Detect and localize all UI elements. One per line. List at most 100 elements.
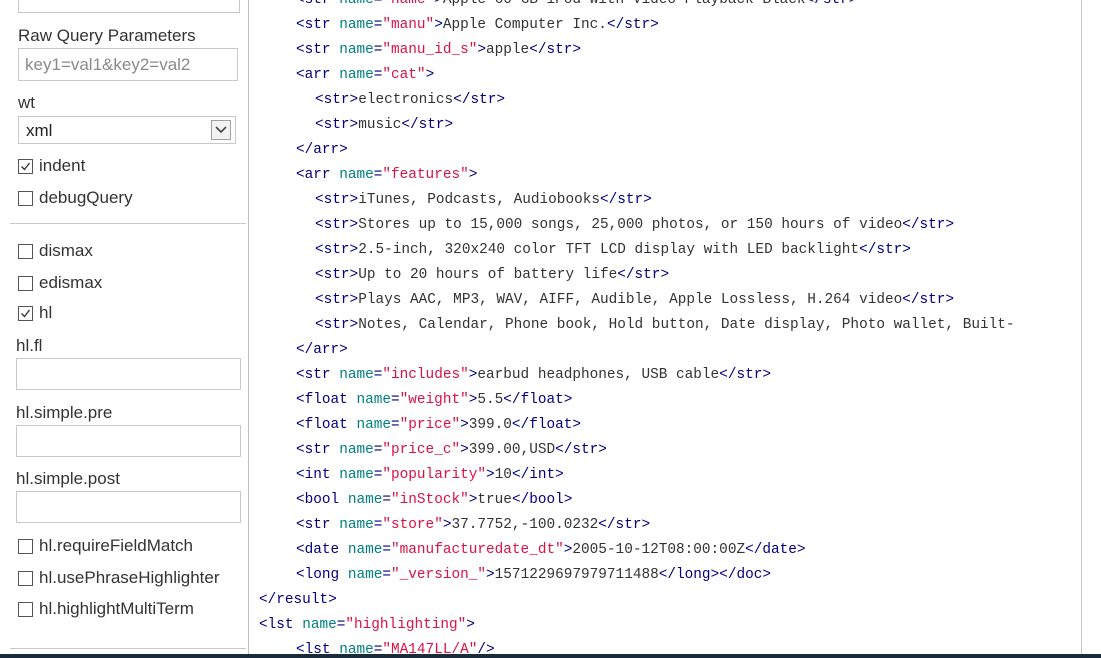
xml-token-val: "store"	[382, 517, 443, 533]
xml-token-tag: >	[486, 567, 495, 583]
xml-token-val: "manu_id_s"	[382, 42, 478, 58]
xml-token-val: "inStock"	[391, 492, 469, 508]
xml-token-val: "weight"	[399, 392, 469, 408]
xml-token-txt: 399.00,USD	[468, 442, 556, 458]
xml-token-tag: </str>	[902, 292, 955, 308]
xml-token-tag: <date	[296, 542, 348, 558]
xml-token-tag: =	[391, 392, 400, 408]
xml-token-attr: name	[339, 517, 374, 533]
xml-token-attr: name	[347, 542, 383, 558]
xml-token-val: "name"	[382, 0, 435, 8]
xml-token-val: "features"	[382, 167, 469, 183]
xml-token-txt: true	[477, 492, 512, 508]
xml-token-val: "manu"	[382, 17, 435, 33]
xml-token-tag: =	[391, 417, 400, 433]
xml-line: <lst name="MA147LL/A"/>	[296, 638, 495, 654]
hl-highlight-multi-term-checkbox[interactable]	[18, 601, 33, 617]
indent-label: indent	[39, 156, 86, 175]
debug-query-option[interactable]: debugQuery	[18, 187, 133, 209]
hl-fl-label: hl.fl	[16, 336, 43, 355]
xml-token-attr: name	[339, 0, 374, 8]
xml-token-tag: </arr>	[296, 142, 348, 158]
edismax-checkbox[interactable]	[18, 275, 33, 291]
xml-token-tag: />	[477, 642, 495, 654]
xml-token-tag: </float>	[503, 392, 573, 408]
hl-checkbox[interactable]	[18, 305, 33, 321]
hl-highlight-multi-term-option[interactable]: hl.highlightMultiTerm	[18, 598, 194, 620]
xml-token-tag: </str>	[606, 17, 659, 33]
xml-token-tag: >	[434, 0, 443, 8]
xml-token-txt: earbud headphones, USB cable	[477, 367, 720, 383]
wt-select[interactable]: xml	[18, 116, 236, 144]
xml-line: <arr name="cat">	[296, 63, 434, 88]
xml-token-txt: Plays AAC, MP3, WAV, AIFF, Audible, Appl…	[358, 292, 903, 308]
xml-line: <str name="price_c">399.00,USD</str>	[296, 438, 607, 463]
hl-use-phrase-highlighter-option[interactable]: hl.usePhraseHighlighter	[18, 567, 220, 589]
xml-token-val: "popularity"	[382, 467, 487, 483]
previous-field-input[interactable]	[18, 0, 240, 13]
xml-token-tag: <float	[296, 417, 357, 433]
xml-token-txt: electronics	[358, 92, 454, 108]
xml-token-val: "price"	[399, 417, 461, 433]
xml-token-tag: >	[468, 167, 478, 183]
xml-token-tag: </str>	[617, 267, 670, 283]
xml-line: <int name="popularity">10</int>	[296, 463, 564, 488]
edismax-option[interactable]: edismax	[18, 272, 102, 294]
xml-token-tag: <str>	[315, 92, 359, 108]
hl-use-phrase-highlighter-label: hl.usePhraseHighlighter	[39, 568, 220, 587]
debug-query-checkbox[interactable]	[18, 190, 33, 206]
query-sidebar: Raw Query Parameters wt xml indent debug…	[0, 0, 248, 658]
xml-line: <str>iTunes, Podcasts, Audiobooks</str>	[315, 188, 652, 213]
bottom-bar	[0, 654, 1101, 658]
xml-token-tag: <str	[296, 17, 340, 33]
xml-line: <float name="weight">5.5</float>	[296, 388, 572, 413]
hl-fl-input[interactable]	[16, 358, 241, 390]
xml-token-attr: name	[339, 442, 374, 458]
xml-token-tag: </str>	[859, 242, 911, 258]
sidebar-divider	[10, 223, 246, 224]
xml-token-attr: name	[356, 417, 391, 433]
xml-token-tag: <long	[296, 567, 348, 583]
xml-token-txt: apple	[486, 42, 530, 58]
indent-checkbox[interactable]	[18, 158, 33, 174]
hl-require-field-match-label: hl.requireFieldMatch	[39, 536, 194, 555]
xml-token-attr: name	[356, 392, 391, 408]
hl-use-phrase-highlighter-checkbox[interactable]	[18, 570, 33, 586]
xml-line: <str name="manu_id_s">apple</str>	[296, 38, 581, 63]
hl-simple-post-input[interactable]	[16, 491, 241, 523]
edismax-label: edismax	[39, 273, 103, 292]
hl-option[interactable]: hl	[18, 302, 52, 324]
xml-line: <arr name="features">	[296, 163, 477, 188]
dismax-option[interactable]: dismax	[18, 240, 93, 262]
hl-require-field-match-checkbox[interactable]	[18, 538, 33, 554]
xml-line: <str>Notes, Calendar, Phone book, Hold b…	[315, 313, 1015, 338]
hl-highlight-multi-term-label: hl.highlightMultiTerm	[39, 599, 194, 618]
indent-option[interactable]: indent	[18, 155, 85, 177]
xml-token-tag: >	[460, 442, 469, 458]
xml-token-txt: Up to 20 hours of battery life	[358, 267, 618, 283]
xml-token-val: "includes"	[382, 367, 469, 383]
xml-token-attr: name	[339, 642, 374, 654]
hl-simple-pre-input[interactable]	[16, 425, 241, 457]
xml-token-txt: 2005-10-12T08:00:00Z	[572, 542, 746, 558]
raw-query-input[interactable]	[18, 48, 238, 81]
xml-token-tag: <str>	[315, 292, 359, 308]
xml-token-val: "MA147LL/A"	[382, 642, 478, 654]
wt-selected-value: xml	[26, 121, 53, 140]
xml-token-txt: 10	[494, 467, 512, 483]
xml-token-txt: Stores up to 15,000 songs, 25,000 photos…	[358, 217, 903, 233]
xml-token-tag: =	[382, 542, 392, 558]
xml-token-attr: name	[347, 492, 383, 508]
xml-line: <str>music</str>	[315, 113, 453, 138]
xml-token-tag: >	[486, 467, 495, 483]
dismax-checkbox[interactable]	[18, 243, 33, 259]
xml-token-tag: <bool	[296, 492, 348, 508]
xml-token-tag: <str>	[315, 192, 359, 208]
chevron-down-icon[interactable]	[211, 120, 231, 140]
hl-require-field-match-option[interactable]: hl.requireFieldMatch	[18, 535, 193, 557]
xml-token-txt: 2.5-inch, 320x240 color TFT LCD display …	[358, 242, 860, 258]
xml-token-tag: <int	[296, 467, 340, 483]
xml-line: <str name="includes">earbud headphones, …	[296, 363, 771, 388]
raw-query-label: Raw Query Parameters	[18, 26, 196, 45]
xml-token-tag: </int>	[511, 467, 564, 483]
